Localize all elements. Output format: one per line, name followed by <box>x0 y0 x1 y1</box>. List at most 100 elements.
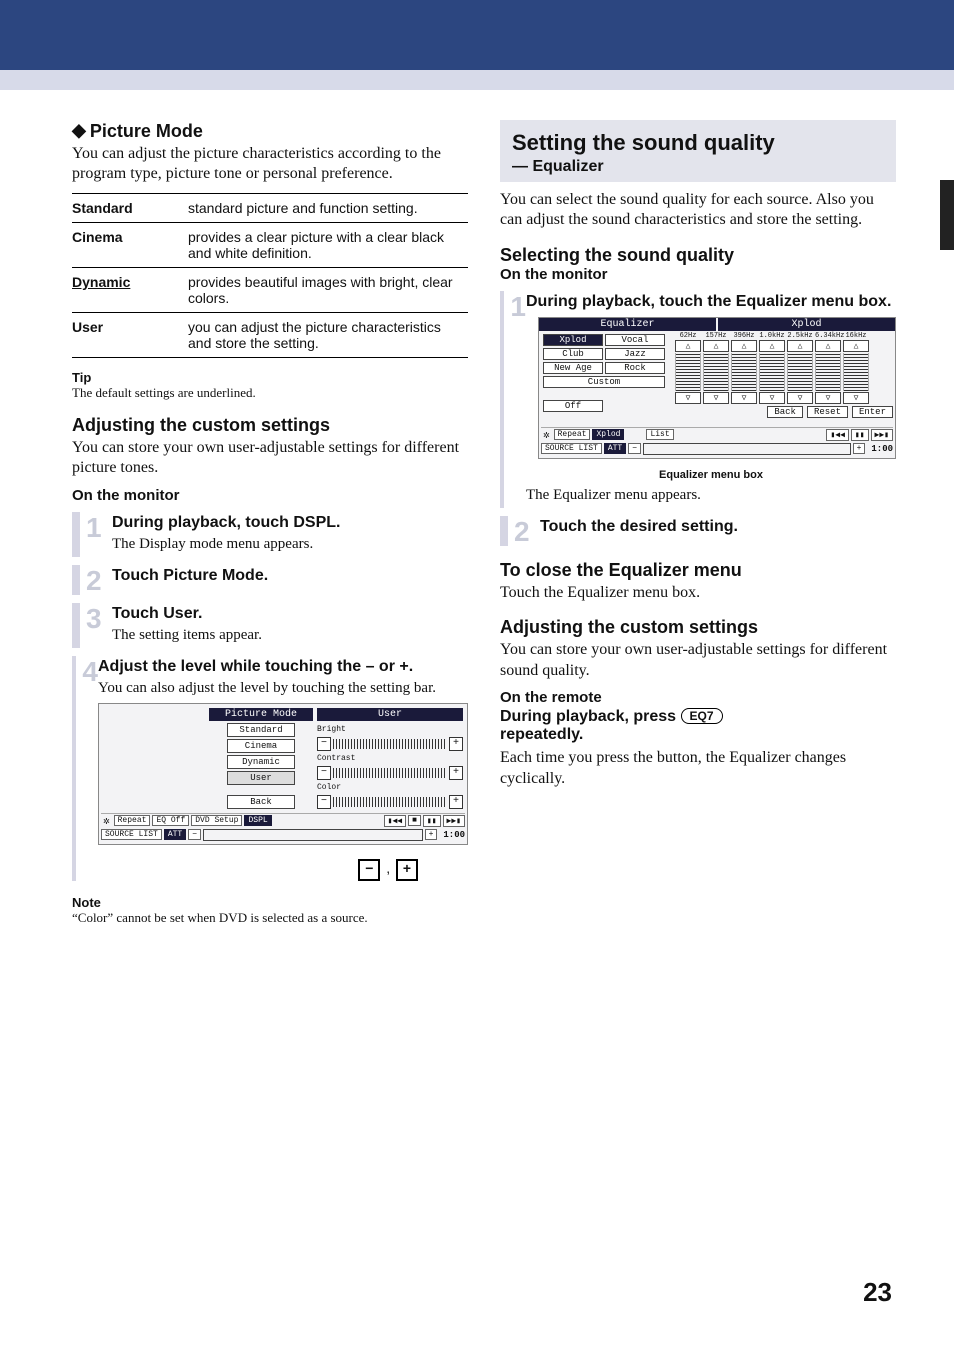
eq-preset-xplod[interactable]: Xplod <box>543 334 603 346</box>
mode-name: Cinema <box>72 222 188 267</box>
eq-back-button[interactable]: Back <box>767 406 803 418</box>
osd-time: 1:00 <box>871 444 893 454</box>
slider-contrast[interactable]: − + <box>317 766 463 780</box>
slider-label-color: Color <box>317 783 463 792</box>
gear-icon[interactable]: ✲ <box>543 428 550 442</box>
chip-att[interactable]: ATT <box>604 443 626 454</box>
prev-icon[interactable]: ▮◀◀ <box>826 429 848 441</box>
chip-eqoff[interactable]: EQ Off <box>152 815 189 826</box>
pause-icon[interactable]: ▮▮ <box>851 429 869 441</box>
sub-bar <box>0 70 954 90</box>
chip-dvdsetup[interactable]: DVD Setup <box>191 815 242 826</box>
adj-text: You can store your own user-adjustable s… <box>500 640 896 681</box>
eq-band[interactable] <box>787 353 813 391</box>
slider-label-contrast: Contrast <box>317 754 463 763</box>
eq-preset-club[interactable]: Club <box>543 348 603 360</box>
eq-preset-rock[interactable]: Rock <box>605 362 665 374</box>
down-arrow-icon[interactable]: ▽ <box>787 392 813 404</box>
eq-preset-jazz[interactable]: Jazz <box>605 348 665 360</box>
osd-btn-back[interactable]: Back <box>227 795 295 809</box>
chip-repeat[interactable]: Repeat <box>114 815 151 826</box>
table-row: Standard standard picture and function s… <box>72 193 468 222</box>
down-arrow-icon[interactable]: ▽ <box>759 392 785 404</box>
chip-att[interactable]: ATT <box>164 829 186 840</box>
step-bar <box>72 656 76 881</box>
osd-btn-cinema[interactable]: Cinema <box>227 739 295 753</box>
minus-icon: − <box>358 859 380 881</box>
mode-desc: provides beautiful images with bright, c… <box>188 267 468 312</box>
next-icon[interactable]: ▶▶▮ <box>871 429 893 441</box>
tip-label: Tip <box>72 370 468 385</box>
eq-band[interactable] <box>675 353 701 391</box>
plus-icon[interactable]: + <box>449 795 463 809</box>
gear-icon[interactable]: ✲ <box>103 814 110 828</box>
next-icon[interactable]: ▶▶▮ <box>443 815 465 827</box>
chip-source[interactable]: SOURCE LIST <box>541 443 602 454</box>
up-arrow-icon[interactable]: △ <box>703 340 729 352</box>
slider-color[interactable]: − + <box>317 795 463 809</box>
minus-icon[interactable]: − <box>317 795 331 809</box>
right-title: Setting the sound quality <box>512 130 886 156</box>
table-row: User you can adjust the picture characte… <box>72 312 468 357</box>
osd-btn-user[interactable]: User <box>227 771 295 785</box>
picture-mode-text: You can adjust the picture characteristi… <box>72 144 468 185</box>
table-row: Dynamic provides beautiful images with b… <box>72 267 468 312</box>
slider-track[interactable] <box>333 739 447 749</box>
down-arrow-icon[interactable]: ▽ <box>731 392 757 404</box>
minus-icon[interactable]: − <box>317 766 331 780</box>
eq-preset-custom[interactable]: Custom <box>543 376 665 388</box>
slider-track[interactable] <box>333 768 447 778</box>
slider-bright[interactable]: − + <box>317 737 463 751</box>
chip-repeat[interactable]: Repeat <box>554 429 591 440</box>
vol-plus-icon[interactable]: + <box>853 443 866 454</box>
eq-enter-button[interactable]: Enter <box>852 406 893 418</box>
pause-icon[interactable]: ▮▮ <box>423 815 441 827</box>
vol-minus-icon[interactable]: − <box>188 829 201 840</box>
up-arrow-icon[interactable]: △ <box>675 340 701 352</box>
eq-preset-newage[interactable]: New Age <box>543 362 603 374</box>
chip-list[interactable]: List <box>646 429 673 440</box>
volume-bar[interactable] <box>643 443 851 455</box>
eq-reset-button[interactable]: Reset <box>807 406 848 418</box>
plus-icon[interactable]: + <box>449 737 463 751</box>
down-arrow-icon[interactable]: ▽ <box>675 392 701 404</box>
eq-band[interactable] <box>731 353 757 391</box>
eq-band[interactable] <box>703 353 729 391</box>
up-arrow-icon[interactable]: △ <box>731 340 757 352</box>
vol-minus-icon[interactable]: − <box>628 443 641 454</box>
vol-plus-icon[interactable]: + <box>425 829 438 840</box>
step-number: 4 <box>82 656 98 881</box>
minus-icon[interactable]: − <box>317 737 331 751</box>
stop-icon[interactable]: ■ <box>408 815 421 826</box>
chip-dspl[interactable]: DSPL <box>244 815 271 826</box>
eq-band[interactable] <box>759 353 785 391</box>
osd-time: 1:00 <box>443 830 465 840</box>
mode-name: User <box>72 312 188 357</box>
up-arrow-icon[interactable]: △ <box>759 340 785 352</box>
mode-name: Dynamic <box>72 267 188 312</box>
down-arrow-icon[interactable]: ▽ <box>703 392 729 404</box>
eq-band[interactable] <box>815 353 841 391</box>
slider-track[interactable] <box>333 797 447 807</box>
eq-band[interactable] <box>843 353 869 391</box>
step-number: 2 <box>514 516 540 546</box>
adj-heading: Adjusting the custom settings <box>500 617 896 638</box>
down-arrow-icon[interactable]: ▽ <box>843 392 869 404</box>
up-arrow-icon[interactable]: △ <box>787 340 813 352</box>
chip-xplod[interactable]: Xplod <box>592 429 624 440</box>
up-arrow-icon[interactable]: △ <box>843 340 869 352</box>
eq-preset-vocal[interactable]: Vocal <box>605 334 665 346</box>
prev-icon[interactable]: ▮◀◀ <box>384 815 406 827</box>
mode-desc: provides a clear picture with a clear bl… <box>188 222 468 267</box>
plus-icon[interactable]: + <box>449 766 463 780</box>
down-arrow-icon[interactable]: ▽ <box>815 392 841 404</box>
chip-source[interactable]: SOURCE LIST <box>101 829 162 840</box>
up-arrow-icon[interactable]: △ <box>815 340 841 352</box>
osd-title-right: User <box>317 708 463 721</box>
osd-btn-dynamic[interactable]: Dynamic <box>227 755 295 769</box>
osd-btn-standard[interactable]: Standard <box>227 723 295 737</box>
freq-label: 6.34kHz <box>815 332 841 340</box>
mode-name: Standard <box>72 193 188 222</box>
eq-off-button[interactable]: Off <box>543 400 603 412</box>
volume-bar[interactable] <box>203 829 423 841</box>
